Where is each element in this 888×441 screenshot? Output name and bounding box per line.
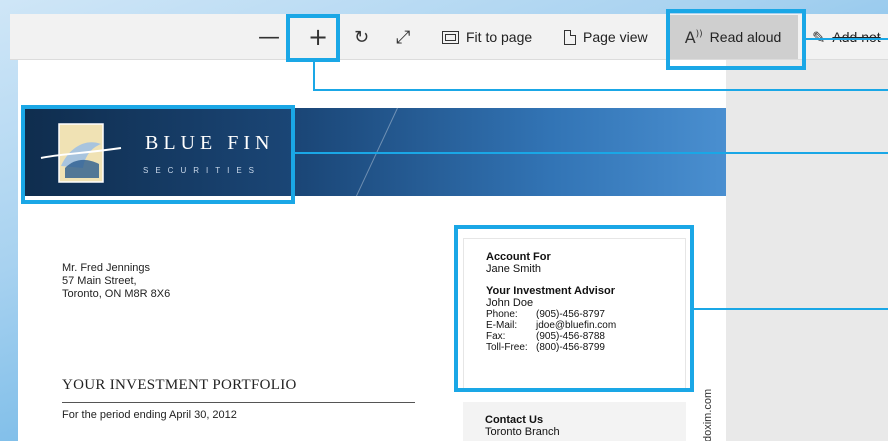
page-view-icon bbox=[564, 29, 576, 45]
page-view-label: Page view bbox=[583, 29, 648, 45]
banner-divider bbox=[350, 107, 398, 208]
minus-icon: — bbox=[258, 24, 280, 50]
page-view-button[interactable]: Page view bbox=[564, 14, 648, 60]
account-box-highlight bbox=[454, 225, 694, 392]
side-panel bbox=[726, 60, 888, 441]
side-url: doxim.com bbox=[702, 388, 714, 441]
fit-to-page-button[interactable]: Fit to page bbox=[442, 14, 532, 60]
contact-us-label: Contact Us bbox=[485, 414, 544, 426]
portfolio-period: For the period ending April 30, 2012 bbox=[62, 409, 237, 421]
read-aloud-highlight bbox=[666, 9, 806, 70]
zoom-connector-vertical bbox=[313, 62, 315, 91]
account-connector bbox=[694, 308, 888, 310]
pen-icon: ✎ bbox=[812, 27, 826, 47]
zoom-out-button[interactable]: — bbox=[258, 14, 282, 60]
rotate-icon: ↻ bbox=[354, 26, 370, 48]
recipient-city: Toronto, ON M8R 8X6 bbox=[62, 288, 171, 300]
logo-highlight bbox=[21, 105, 295, 204]
fit-to-page-icon bbox=[442, 30, 459, 44]
fit-to-page-label: Fit to page bbox=[466, 29, 533, 45]
portfolio-heading: YOUR INVESTMENT PORTFOLIO bbox=[62, 377, 297, 393]
logo-connector bbox=[295, 152, 888, 154]
add-notes-label: Add not bbox=[832, 29, 881, 45]
add-notes-button[interactable]: ✎ Add not bbox=[812, 14, 881, 60]
rotate-button[interactable]: ↻ bbox=[354, 14, 378, 60]
zoom-in-highlight bbox=[286, 14, 340, 62]
contact-us-branch: Toronto Branch bbox=[485, 426, 560, 438]
expand-icon: ⤢ bbox=[396, 26, 411, 48]
heading-divider bbox=[62, 402, 415, 403]
recipient-street: 57 Main Street, bbox=[62, 275, 137, 287]
recipient-address: Mr. Fred Jennings 57 Main Street, Toront… bbox=[62, 262, 170, 301]
recipient-name: Mr. Fred Jennings bbox=[62, 262, 151, 274]
contact-us-box: Contact Us Toronto Branch bbox=[463, 402, 686, 441]
zoom-connector-horizontal bbox=[313, 89, 888, 91]
read-aloud-connector bbox=[806, 38, 888, 40]
fullscreen-button[interactable]: ⤢ bbox=[396, 14, 420, 60]
